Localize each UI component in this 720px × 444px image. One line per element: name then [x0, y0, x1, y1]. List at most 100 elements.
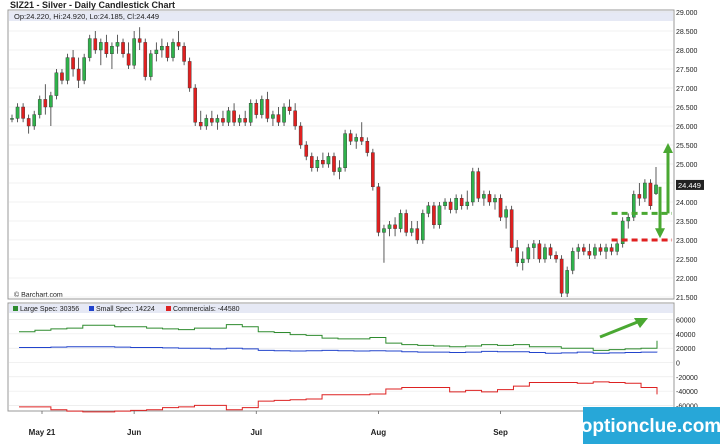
candle-body — [548, 247, 553, 256]
candle-body — [182, 46, 186, 62]
candle-body — [37, 99, 42, 115]
candle-body — [476, 171, 481, 199]
candle-body — [376, 186, 381, 233]
candle-body — [643, 182, 647, 199]
candle-body — [71, 57, 75, 70]
candle-body — [132, 38, 136, 66]
candle-body — [160, 46, 164, 51]
candle-body — [43, 99, 48, 108]
candle-body — [421, 213, 425, 241]
candle-body — [482, 194, 486, 199]
candle-body — [537, 243, 542, 260]
cot-y-tick-label: 20000 — [676, 346, 696, 353]
candle-body — [276, 114, 281, 123]
cot-y-axis: 6000040000200000-20000-40000-60000 — [676, 318, 698, 411]
candle-body — [326, 156, 331, 165]
candle-body — [554, 254, 558, 260]
candle-body — [415, 228, 420, 241]
x-tick-label: May 21 — [29, 428, 56, 437]
candle-body — [526, 247, 531, 260]
candle-body — [393, 224, 397, 229]
legend-swatch-small-spec — [89, 306, 94, 311]
chart-title: SIZ21 - Silver - Daily Candlestick Chart — [10, 0, 175, 10]
candle-body — [99, 42, 103, 51]
price-y-tick-label: 28.500 — [676, 29, 698, 36]
candle-body — [187, 61, 192, 89]
candle-body — [609, 247, 614, 252]
candle-body — [254, 102, 259, 115]
candle-body — [243, 118, 247, 123]
candle-body — [54, 72, 59, 96]
price-y-tick-label: 27.000 — [676, 86, 698, 93]
candle-body — [654, 184, 658, 194]
candle-body — [398, 213, 403, 229]
candle-body — [248, 102, 253, 123]
candle-body — [459, 197, 464, 206]
candle-body — [93, 38, 98, 51]
price-y-tick-label: 22.500 — [676, 257, 698, 264]
candle-body — [176, 42, 181, 47]
candle-body — [148, 53, 153, 77]
legend-swatch-commercials — [166, 306, 171, 311]
candle-body — [221, 118, 225, 123]
cot-y-tick-label: 60000 — [676, 318, 696, 325]
candle-body — [226, 110, 231, 123]
price-y-tick-label: 25.000 — [676, 162, 698, 169]
candle-body — [432, 205, 436, 226]
candle-body — [26, 118, 31, 127]
price-y-tick-label: 26.500 — [676, 105, 698, 112]
candle-body — [298, 125, 303, 146]
candle-body — [76, 68, 81, 81]
candle-body — [626, 216, 631, 222]
candle-body — [315, 159, 320, 168]
candle-body — [371, 152, 375, 188]
candle-body — [582, 247, 586, 252]
price-y-tick-label: 24.000 — [676, 200, 698, 207]
candle-body — [271, 114, 275, 119]
candle-body — [204, 118, 209, 127]
price-y-tick-label: 25.500 — [676, 143, 698, 150]
candle-body — [426, 205, 431, 214]
candle-body — [587, 251, 592, 256]
candle-body — [487, 194, 492, 203]
candle-body — [65, 57, 70, 81]
candle-body — [198, 121, 203, 127]
legend-swatch-large-spec — [13, 306, 18, 311]
candle-body — [515, 247, 520, 264]
candle-body — [21, 106, 25, 119]
candle-body — [115, 42, 120, 47]
x-axis: May 21JunJulAugSepOct — [29, 411, 624, 437]
candle-body — [520, 258, 525, 263]
candle-body — [126, 53, 131, 66]
price-y-tick-label: 29.000 — [676, 10, 698, 17]
candle-body — [15, 106, 20, 119]
candle-body — [437, 205, 442, 226]
barchart-watermark: © Barchart.com — [14, 291, 63, 299]
legend-commercials: Commercials: -44580 — [173, 306, 240, 313]
cot-y-tick-label: -20000 — [676, 375, 698, 382]
ohlc-readout: Op:24.220, Hi:24.920, Lo:24.185, Cl:24.4… — [14, 12, 159, 21]
candle-body — [260, 99, 264, 115]
price-y-tick-label: 23.500 — [676, 219, 698, 226]
candle-body — [282, 106, 286, 123]
candle-body — [365, 140, 370, 153]
price-y-tick-label: 26.000 — [676, 124, 698, 131]
candle-body — [10, 118, 14, 120]
last-price-label: 24.449 — [678, 181, 701, 190]
candle-body — [615, 243, 619, 252]
x-tick-label: Jun — [127, 428, 141, 437]
candle-body — [87, 38, 92, 58]
candle-body — [143, 42, 148, 77]
x-tick-label: Sep — [493, 428, 508, 437]
candle-body — [265, 99, 270, 119]
chart-canvas: SIZ21 - Silver - Daily Candlestick Chart… — [7, 0, 720, 444]
candle-body — [237, 118, 242, 123]
price-y-axis: 29.000 28.500 28.000 27.500 27.000 26.500 26.0… — [676, 10, 698, 302]
candle-body — [343, 133, 347, 169]
candle-body — [565, 270, 569, 294]
cot-y-tick-label: -40000 — [676, 389, 698, 396]
candle-body — [348, 133, 353, 142]
candle-body — [171, 42, 175, 58]
cot-legend: Large Spec: 30356 Small Spec: 14224 Comm… — [13, 306, 240, 313]
candle-body — [404, 213, 408, 233]
